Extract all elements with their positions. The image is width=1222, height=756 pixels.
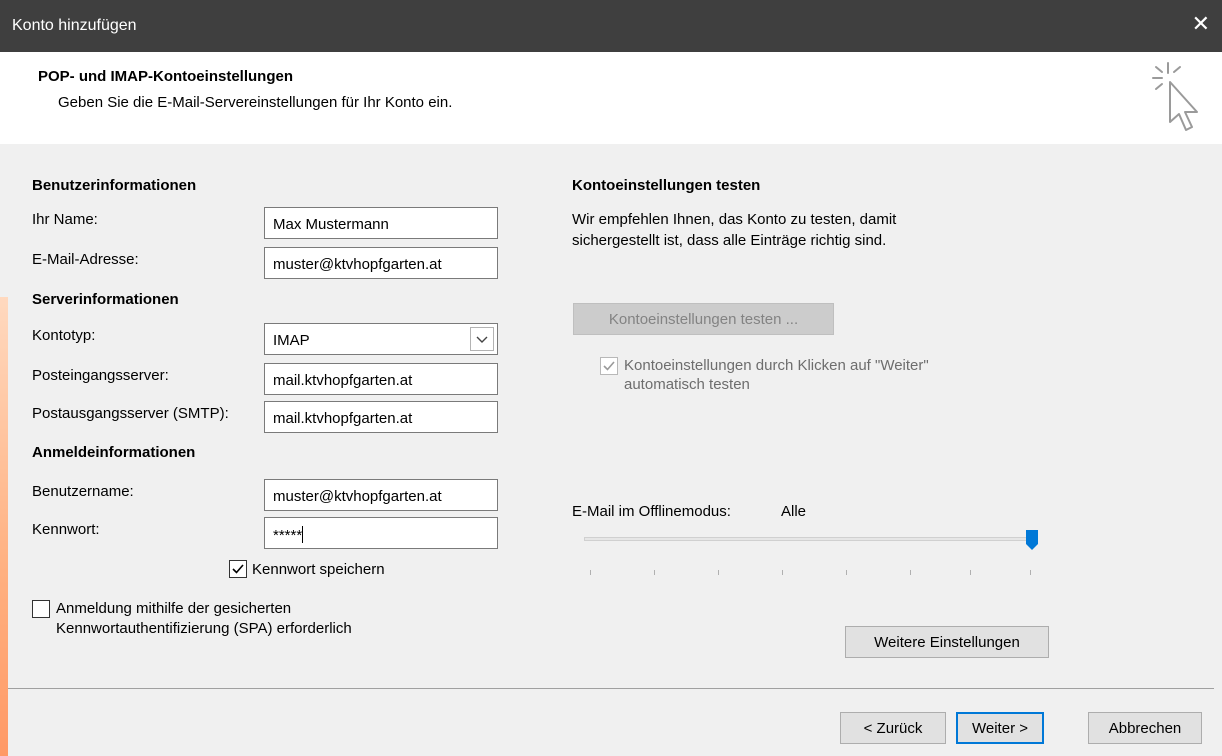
slider-tick xyxy=(718,570,719,575)
title-bar: Konto hinzufügen ✕ xyxy=(0,0,1222,52)
account-type-value: IMAP xyxy=(273,332,310,349)
footer-divider xyxy=(8,688,1214,689)
auto-test-label-line1[interactable]: Kontoeinstellungen durch Klicken auf "We… xyxy=(624,357,929,374)
account-type-select[interactable]: IMAP xyxy=(264,323,498,355)
name-field[interactable]: Max Mustermann xyxy=(264,207,498,239)
password-value: ***** xyxy=(273,527,303,544)
click-cursor-icon xyxy=(1152,62,1198,131)
offline-slider-thumb[interactable] xyxy=(1025,529,1039,551)
cancel-button[interactable]: Abbrechen xyxy=(1088,712,1202,744)
user-info-heading: Benutzerinformationen xyxy=(32,177,197,194)
password-field[interactable]: ***** xyxy=(264,517,498,549)
password-label: Kennwort: xyxy=(32,521,100,538)
dialog-header: POP- und IMAP-Kontoeinstellungen Geben S… xyxy=(0,52,1222,145)
text-caret xyxy=(302,526,304,543)
server-info-heading: Serverinformationen xyxy=(32,291,179,308)
slider-tick xyxy=(654,570,655,575)
chevron-down-icon[interactable] xyxy=(470,327,494,351)
slider-tick xyxy=(590,570,591,575)
checkmark-icon xyxy=(603,361,615,371)
auto-test-label-line2[interactable]: automatisch testen xyxy=(624,376,750,393)
checkmark-icon xyxy=(232,564,244,574)
remember-password-label[interactable]: Kennwort speichern xyxy=(252,561,385,578)
slider-tick xyxy=(970,570,971,575)
back-button[interactable]: < Zurück xyxy=(840,712,946,744)
window-title: Konto hinzufügen xyxy=(12,17,137,34)
offline-slider-track[interactable] xyxy=(584,537,1036,541)
test-settings-heading: Kontoeinstellungen testen xyxy=(572,177,761,194)
email-field[interactable]: muster@ktvhopfgarten.at xyxy=(264,247,498,279)
spa-checkbox[interactable] xyxy=(32,600,50,618)
login-info-heading: Anmeldeinformationen xyxy=(32,444,196,461)
incoming-server-field[interactable]: mail.ktvhopfgarten.at xyxy=(264,363,498,395)
test-description-line1: Wir empfehlen Ihnen, das Konto zu testen… xyxy=(572,211,897,228)
outgoing-server-label: Postausgangsserver (SMTP): xyxy=(32,405,229,422)
spa-label-line2[interactable]: Kennwortauthentifizierung (SPA) erforder… xyxy=(56,620,352,637)
next-button[interactable]: Weiter > xyxy=(956,712,1044,744)
left-accent-strip xyxy=(0,297,8,756)
slider-tick xyxy=(910,570,911,575)
slider-tick xyxy=(782,570,783,575)
name-label: Ihr Name: xyxy=(32,211,98,228)
spa-label-line1[interactable]: Anmeldung mithilfe der gesicherten xyxy=(56,600,291,617)
page-subtitle: Geben Sie die E-Mail-Servereinstellungen… xyxy=(58,94,453,111)
incoming-server-label: Posteingangsserver: xyxy=(32,367,169,384)
slider-tick xyxy=(1030,570,1031,575)
username-label: Benutzername: xyxy=(32,483,134,500)
auto-test-checkbox[interactable] xyxy=(600,357,618,375)
test-description-line2: sichergestellt ist, dass alle Einträge r… xyxy=(572,232,887,249)
page-title: POP- und IMAP-Kontoeinstellungen xyxy=(38,68,293,85)
account-type-label: Kontotyp: xyxy=(32,327,96,344)
close-icon[interactable]: ✕ xyxy=(1192,10,1210,38)
email-label: E-Mail-Adresse: xyxy=(32,251,139,268)
username-field[interactable]: muster@ktvhopfgarten.at xyxy=(264,479,498,511)
offline-mode-label: E-Mail im Offlinemodus: xyxy=(572,503,731,520)
test-account-button[interactable]: Kontoeinstellungen testen ... xyxy=(573,303,834,335)
remember-password-checkbox[interactable] xyxy=(229,560,247,578)
outgoing-server-field[interactable]: mail.ktvhopfgarten.at xyxy=(264,401,498,433)
slider-tick xyxy=(846,570,847,575)
offline-mode-value: Alle xyxy=(781,503,807,520)
more-settings-button[interactable]: Weitere Einstellungen xyxy=(845,626,1049,658)
